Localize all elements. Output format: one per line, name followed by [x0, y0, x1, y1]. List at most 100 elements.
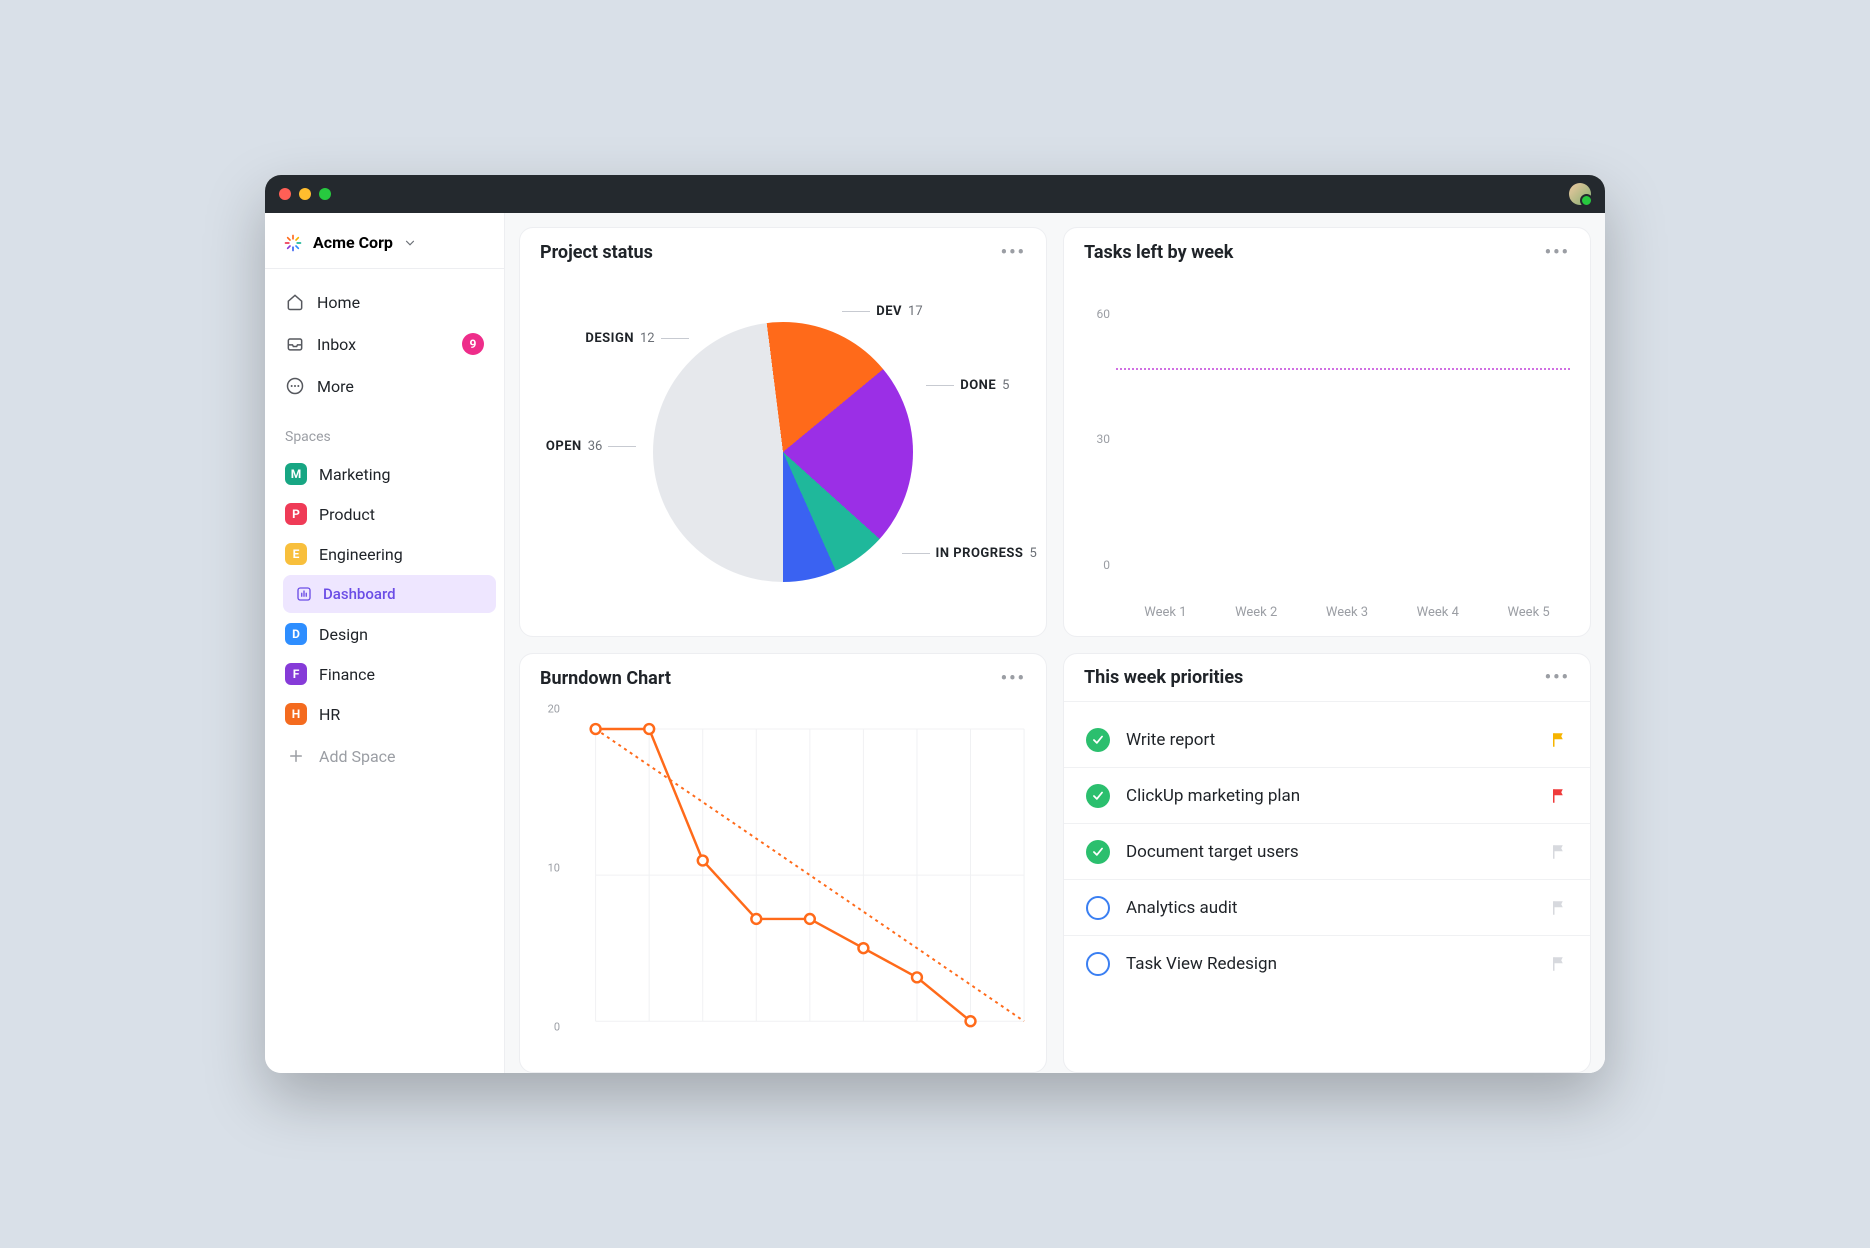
bars-xtick: Week 2 [1235, 605, 1277, 620]
space-label: Finance [319, 665, 375, 684]
priority-item[interactable]: Document target users [1064, 824, 1590, 880]
maximize-window-button[interactable] [319, 188, 331, 200]
sidebar-space-product[interactable]: P Product [273, 495, 496, 533]
burndown-ytick: 20 [536, 702, 560, 715]
card-project-status: Project status ••• OPEN 36 DESIGN 12 DEV 1… [519, 227, 1047, 637]
add-space-button[interactable]: Add Space [273, 737, 496, 775]
close-window-button[interactable] [279, 188, 291, 200]
pie-label-open: OPEN 36 [546, 439, 636, 454]
project-status-chart: OPEN 36DESIGN 12DEV 17DONE 5IN PROGRESS … [536, 284, 1030, 620]
priority-item[interactable]: Task View Redesign [1064, 936, 1590, 992]
workspace-logo-icon [283, 233, 303, 253]
priority-label: Task View Redesign [1126, 954, 1277, 974]
sidebar-space-finance[interactable]: F Finance [273, 655, 496, 693]
nav-more[interactable]: More [273, 367, 496, 405]
project-status-more-button[interactable]: ••• [1001, 242, 1026, 263]
nav-more-label: More [317, 377, 354, 396]
app-window: Acme Corp Home Inbox 9 [265, 175, 1605, 1073]
window-controls [279, 188, 331, 200]
minimize-window-button[interactable] [299, 188, 311, 200]
bars-ytick: 60 [1080, 307, 1110, 321]
bars-xtick: Week 5 [1507, 605, 1549, 620]
burndown-more-button[interactable]: ••• [1001, 668, 1026, 689]
card-burndown-title: Burndown Chart [540, 668, 671, 689]
card-project-status-title: Project status [540, 242, 653, 263]
check-circle-icon[interactable] [1086, 840, 1110, 864]
sidebar-space-engineering[interactable]: E Engineering [273, 535, 496, 573]
space-icon: P [285, 503, 307, 525]
burndown-ytick: 10 [536, 861, 560, 874]
nav-inbox[interactable]: Inbox 9 [273, 325, 496, 363]
inbox-icon [285, 334, 305, 354]
workspace-switcher[interactable]: Acme Corp [265, 217, 504, 269]
burndown-svg [566, 710, 1030, 1056]
workspace-name: Acme Corp [313, 233, 393, 252]
priority-item[interactable]: Analytics audit [1064, 880, 1590, 936]
more-icon [285, 376, 305, 396]
dashboard-grid: Project status ••• OPEN 36 DESIGN 12 DEV 1… [505, 213, 1605, 1073]
plus-icon [285, 745, 307, 767]
flag-icon[interactable] [1550, 731, 1568, 749]
priorities-list: Write report ClickUp marketing plan Docume… [1064, 702, 1590, 992]
bars-ytick: 0 [1080, 558, 1110, 572]
space-icon: M [285, 463, 307, 485]
open-circle-icon[interactable] [1086, 952, 1110, 976]
sidebar-dashboard-item[interactable]: Dashboard [283, 575, 496, 613]
pie-label-dev: DEV 17 [842, 304, 922, 319]
sidebar-space-design[interactable]: D Design [273, 615, 496, 653]
dashboard-icon [295, 585, 313, 603]
flag-icon[interactable] [1550, 787, 1568, 805]
priorities-more-button[interactable]: ••• [1545, 667, 1570, 688]
flag-icon[interactable] [1550, 899, 1568, 917]
priority-item[interactable]: ClickUp marketing plan [1064, 768, 1590, 824]
burndown-chart: 01020 [536, 710, 1030, 1056]
priority-label: ClickUp marketing plan [1126, 786, 1300, 806]
sidebar-space-marketing[interactable]: M Marketing [273, 455, 496, 493]
space-label: Engineering [319, 545, 403, 564]
priority-item[interactable]: Write report [1064, 712, 1590, 768]
space-icon: F [285, 663, 307, 685]
flag-icon[interactable] [1550, 955, 1568, 973]
tasks-left-chart: 03060 Week 1Week 2Week 3Week 4Week 5 [1080, 284, 1574, 620]
home-icon [285, 292, 305, 312]
pie-label-done: DONE 5 [926, 378, 1009, 393]
card-burndown: Burndown Chart ••• 0 10 20 [519, 653, 1047, 1073]
spaces-section-label: Spaces [265, 411, 504, 453]
space-label: Product [319, 505, 375, 524]
bars-xtick: Week 3 [1326, 605, 1368, 620]
flag-icon[interactable] [1550, 843, 1568, 861]
nav-inbox-label: Inbox [317, 335, 356, 354]
check-circle-icon[interactable] [1086, 728, 1110, 752]
bars-row [1120, 288, 1566, 579]
pie-label-in-progress: IN PROGRESS 5 [902, 546, 1037, 561]
pie-chart [653, 322, 913, 582]
card-tasks-left-title: Tasks left by week [1084, 242, 1233, 263]
card-tasks-left: Tasks left by week ••• 03060 Week 1Week … [1063, 227, 1591, 637]
sidebar: Acme Corp Home Inbox 9 [265, 213, 505, 1073]
space-label: Design [319, 625, 368, 644]
card-priorities: This week priorities ••• Write report Cli… [1063, 653, 1591, 1073]
bars-ytick: 30 [1080, 432, 1110, 446]
burndown-ytick: 0 [536, 1021, 560, 1034]
check-circle-icon[interactable] [1086, 784, 1110, 808]
dashboard-label: Dashboard [323, 585, 396, 603]
space-label: Marketing [319, 465, 390, 484]
sidebar-space-hr[interactable]: H HR [273, 695, 496, 733]
inbox-badge: 9 [462, 333, 484, 355]
nav-home-label: Home [317, 293, 360, 312]
user-avatar[interactable] [1569, 183, 1591, 205]
space-label: HR [319, 705, 340, 724]
titlebar [265, 175, 1605, 213]
add-space-label: Add Space [319, 747, 396, 766]
priority-label: Analytics audit [1126, 898, 1237, 918]
priority-label: Write report [1126, 730, 1215, 750]
nav-home[interactable]: Home [273, 283, 496, 321]
space-icon: D [285, 623, 307, 645]
open-circle-icon[interactable] [1086, 896, 1110, 920]
priority-label: Document target users [1126, 842, 1299, 862]
bars-xtick: Week 4 [1417, 605, 1459, 620]
pie-label-design: DESIGN 12 [585, 331, 688, 346]
space-icon: H [285, 703, 307, 725]
tasks-left-more-button[interactable]: ••• [1545, 242, 1570, 263]
card-priorities-title: This week priorities [1084, 667, 1243, 688]
